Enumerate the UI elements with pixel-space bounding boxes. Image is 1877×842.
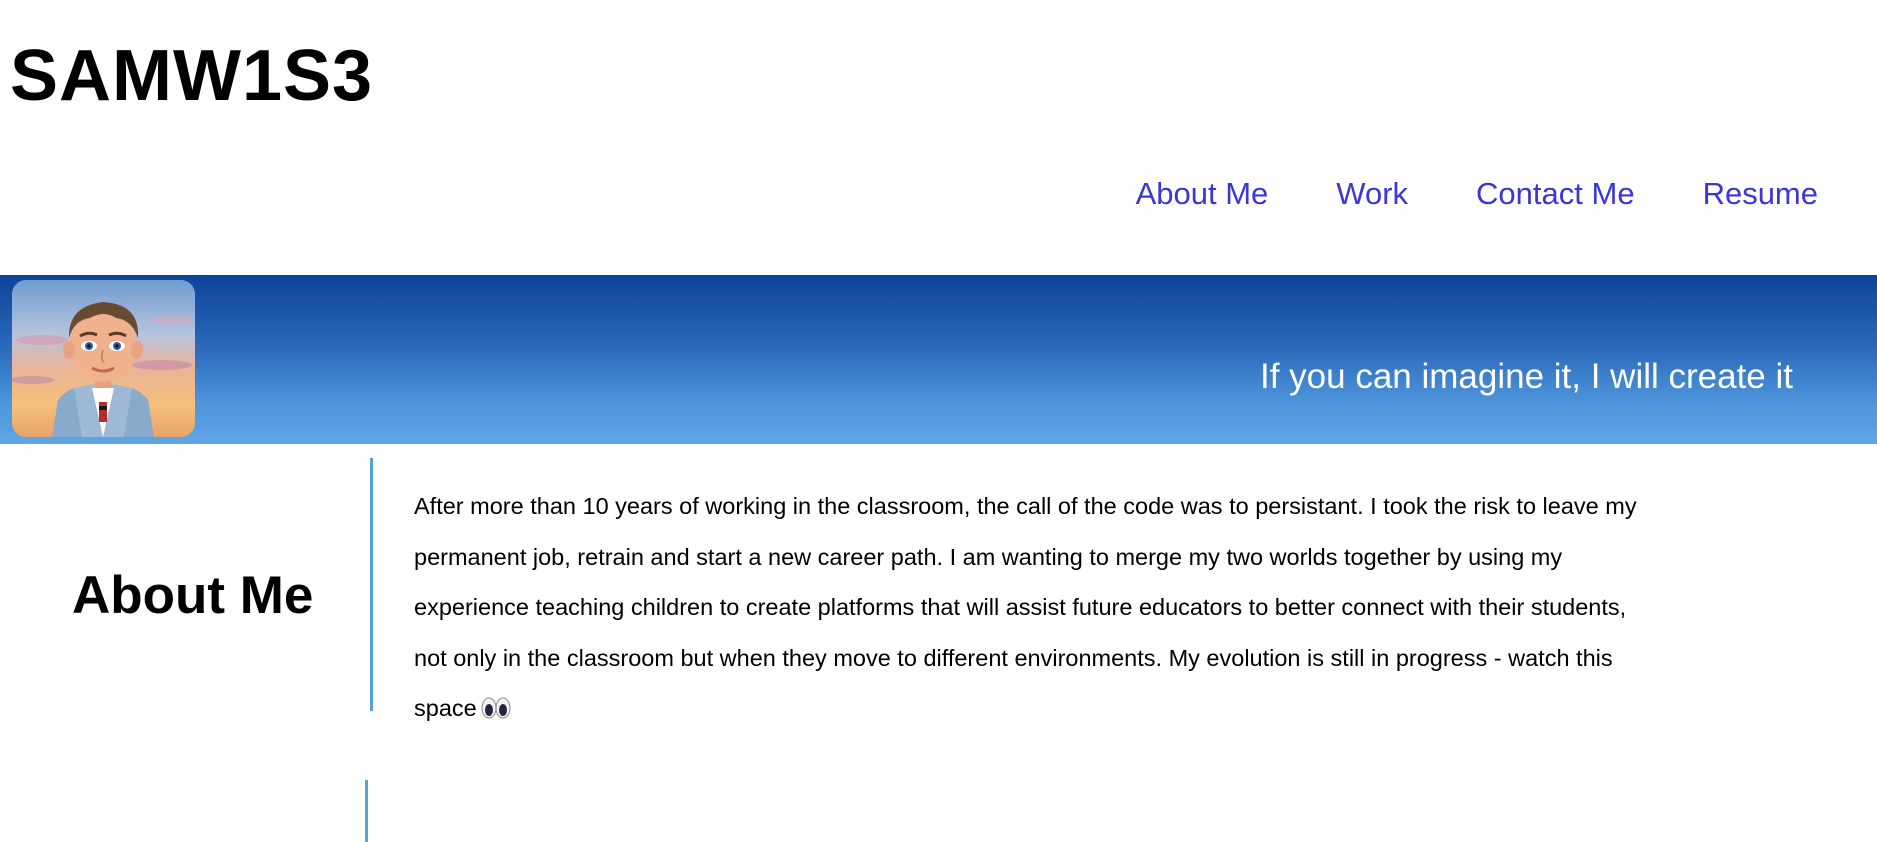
nav-link-about-me[interactable]: About Me xyxy=(1136,172,1269,216)
about-body-text: After more than 10 years of working in t… xyxy=(414,493,1637,721)
nav-link-resume[interactable]: Resume xyxy=(1703,172,1818,216)
eyes-emoji-icon xyxy=(481,687,511,738)
site-header: SAMW1S3 About Me Work Contact Me Resume xyxy=(0,0,1877,275)
site-logo[interactable]: SAMW1S3 xyxy=(10,30,373,122)
about-heading: About Me xyxy=(72,566,314,625)
hero-tagline: If you can imagine it, I will create it xyxy=(1260,357,1793,396)
nav-link-work[interactable]: Work xyxy=(1336,172,1408,216)
section-divider-lower xyxy=(365,780,368,842)
bitmoji-avatar-icon xyxy=(12,280,195,437)
about-paragraph: After more than 10 years of working in t… xyxy=(414,481,1664,738)
section-divider xyxy=(370,458,373,711)
hero-banner: If you can imagine it, I will create it xyxy=(0,275,1877,444)
nav-link-contact-me[interactable]: Contact Me xyxy=(1476,172,1635,216)
avatar xyxy=(12,280,195,437)
about-section: About Me After more than 10 years of wor… xyxy=(0,444,1877,744)
main-nav: About Me Work Contact Me Resume xyxy=(1136,172,1818,216)
